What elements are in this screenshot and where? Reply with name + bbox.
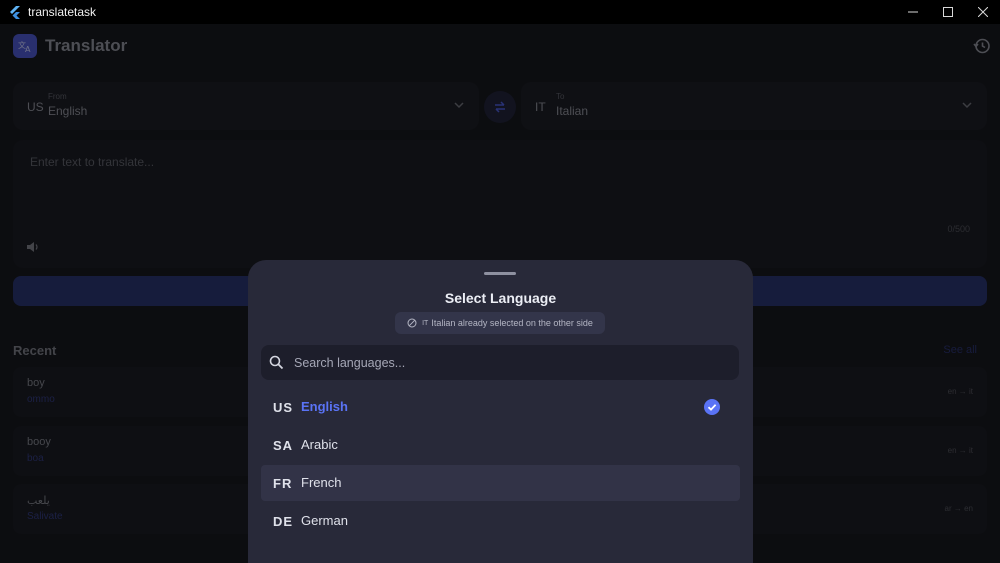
already-selected-note: IT Italian already selected on the other… xyxy=(395,312,605,334)
language-option-code: SA xyxy=(273,438,294,453)
minimize-button[interactable] xyxy=(895,0,930,24)
language-option-name: French xyxy=(301,475,342,490)
window-title: translatetask xyxy=(28,5,97,19)
language-option-name: English xyxy=(301,399,348,414)
language-search-box xyxy=(261,345,739,380)
language-option-french[interactable]: FR French xyxy=(261,465,740,501)
language-option-arabic[interactable]: SA Arabic xyxy=(261,427,740,463)
minimize-icon xyxy=(907,11,918,13)
check-circle-icon xyxy=(704,399,720,415)
drag-handle[interactable] xyxy=(484,272,516,275)
close-icon xyxy=(977,7,988,17)
language-picker-sheet: Select Language IT Italian already selec… xyxy=(248,260,753,563)
sheet-title: Select Language xyxy=(444,290,557,306)
language-option-name: German xyxy=(301,513,348,528)
language-option-english[interactable]: US English xyxy=(261,389,740,425)
language-option-german[interactable]: DE German xyxy=(261,503,740,539)
close-button[interactable] xyxy=(965,0,1000,24)
language-option-code: DE xyxy=(273,514,294,529)
blocked-icon xyxy=(407,318,417,328)
language-option-code: FR xyxy=(273,476,293,491)
search-icon xyxy=(269,355,284,370)
note-text: Italian already selected on the other si… xyxy=(431,318,593,328)
note-language-code: IT xyxy=(422,319,429,327)
flutter-app-icon xyxy=(10,6,20,19)
window-title-bar: translatetask xyxy=(0,0,1000,24)
language-search-input[interactable] xyxy=(294,345,724,380)
language-option-name: Arabic xyxy=(301,437,338,452)
language-option-code: US xyxy=(273,400,294,415)
maximize-icon xyxy=(942,7,953,17)
window-controls xyxy=(895,0,1000,24)
maximize-button[interactable] xyxy=(930,0,965,24)
